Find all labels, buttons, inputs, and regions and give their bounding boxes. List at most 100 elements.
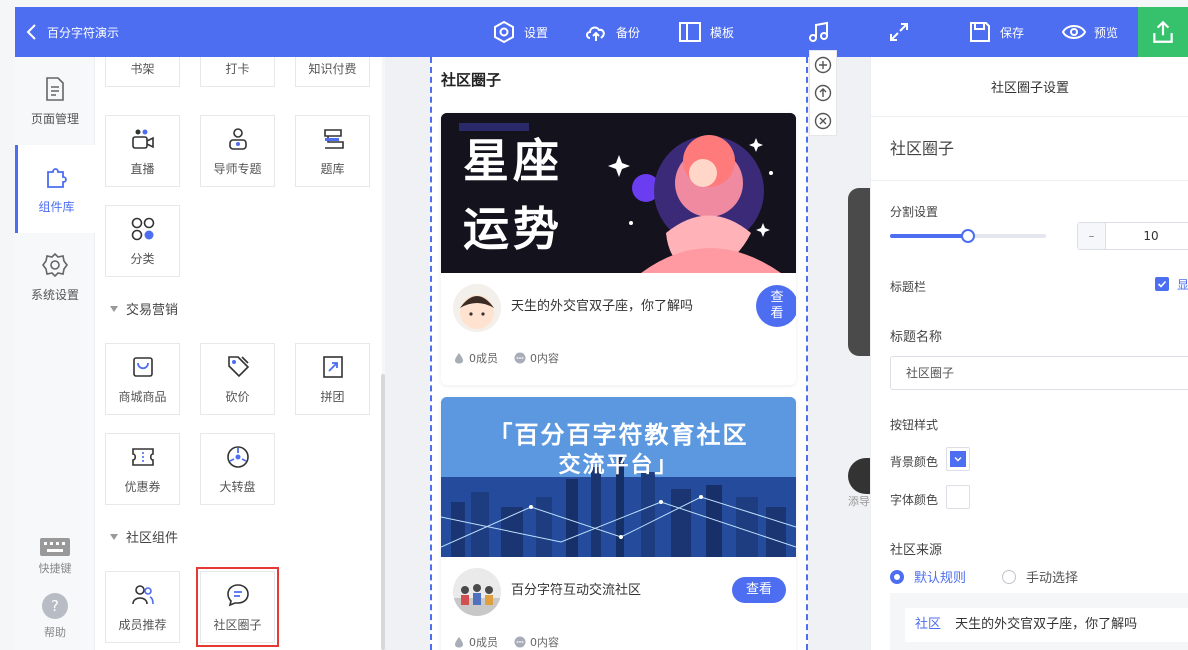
category-grid-icon (131, 217, 154, 240)
fullscreen-button[interactable] (887, 19, 911, 45)
banner-subtitle: 交流平台」 (558, 453, 679, 478)
question-circle-icon: ? (42, 593, 68, 619)
component-community-circle[interactable]: 社区圈子 (196, 567, 279, 647)
chat-dots-icon (514, 352, 526, 364)
wheel-icon (226, 445, 249, 468)
title-bar-checkbox[interactable] (1155, 277, 1169, 291)
move-up-icon[interactable] (814, 84, 832, 102)
component-category[interactable]: 分类 (105, 205, 180, 277)
settings-header: 社区圈子设置 (871, 57, 1188, 117)
minus-button[interactable]: – (1078, 223, 1106, 249)
add-circle-icon[interactable] (814, 56, 832, 74)
title-name-input[interactable]: 社区圈子 (890, 356, 1188, 390)
radio-dot (890, 569, 904, 584)
hexagon-settings-icon (494, 20, 514, 44)
collapse-triangle-icon (110, 533, 118, 540)
community-card[interactable]: 「百分百字符教育社区 交流平台」 百分字符互动交流社区 查看 0成员 0内容 (441, 397, 796, 650)
delete-circle-icon[interactable] (814, 112, 832, 130)
eye-icon (1062, 25, 1086, 39)
chat-bubble-icon (226, 583, 249, 606)
question-bank-icon (323, 128, 344, 149)
component-checkin[interactable]: 打卡 (200, 57, 275, 87)
document-icon (46, 76, 64, 101)
bg-color-label: 背景颜色 (890, 455, 939, 469)
component-member-recommend[interactable]: 成员推荐 (105, 571, 180, 643)
banner-title: 「百分百字符教育社区 (488, 421, 749, 449)
bg-color-swatch (950, 451, 966, 467)
source-default-radio[interactable]: 默认规则 (890, 567, 966, 586)
component-coupon[interactable]: 优惠券 (105, 433, 180, 505)
slider-handle[interactable] (961, 229, 975, 243)
nav-system-settings[interactable]: 系统设置 (15, 233, 95, 321)
slider-fill (890, 234, 968, 238)
save-button[interactable]: 保存 (968, 19, 1024, 45)
gear-icon (42, 252, 68, 277)
component-bargain[interactable]: 砍价 (200, 343, 275, 415)
divider-value[interactable]: 10 (1106, 223, 1188, 249)
settings-subtitle: 社区圈子 (871, 117, 1188, 181)
chat-dots-icon (514, 636, 526, 648)
card-body: 百分字符互动交流社区 查看 0成员 0内容 (441, 557, 796, 650)
add-guide-icon (848, 458, 870, 494)
members-stat: 0成员 (453, 634, 498, 650)
nav-page-manage[interactable]: 页面管理 (15, 57, 95, 145)
help-button[interactable]: ? 帮助 (15, 592, 95, 640)
expand-icon (890, 23, 908, 41)
component-mentor-topic[interactable]: 导师专题 (200, 115, 275, 187)
shortcuts-button[interactable]: 快捷键 (15, 538, 95, 576)
font-color-swatch (950, 489, 966, 505)
component-question-bank[interactable]: 题库 (295, 115, 370, 187)
add-guide-button[interactable]: 添导 (848, 458, 870, 528)
svg-text:?: ? (51, 597, 59, 615)
component-knowledge-pay[interactable]: 知识付费 (295, 57, 370, 87)
save-disk-icon (970, 22, 990, 42)
source-manual-radio[interactable]: 手动选择 (1002, 567, 1078, 586)
cloud-upload-icon (586, 26, 605, 41)
checkmark-icon (1157, 280, 1167, 288)
backup-button[interactable]: 备份 (584, 19, 640, 45)
component-bookshelf[interactable]: 书架 (105, 57, 180, 87)
preview-button[interactable]: 预览 (1062, 19, 1118, 45)
app-title: 百分字符演示 (47, 26, 120, 40)
nav-component-lib[interactable]: 组件库 (15, 145, 95, 233)
drop-person-icon (455, 637, 463, 648)
chevron-down-icon (954, 457, 962, 462)
back-arrow-icon[interactable] (21, 20, 43, 44)
component-group-buy[interactable]: 拼团 (295, 343, 370, 415)
source-tag: 社区 (915, 617, 942, 632)
title-bar-show-text[interactable]: 显 (1177, 276, 1188, 293)
component-mall-goods[interactable]: 商城商品 (105, 343, 180, 415)
view-button[interactable]: 查 看 (756, 285, 796, 327)
members-stat: 0成员 (453, 350, 498, 366)
drop-person-icon (455, 353, 463, 364)
view-button[interactable]: 查看 (732, 577, 786, 603)
component-lucky-wheel[interactable]: 大转盘 (200, 433, 275, 505)
bg-color-picker[interactable] (946, 447, 970, 471)
divider-label: 分割设置 (890, 205, 939, 219)
cartoon-face-avatar (453, 284, 501, 332)
divider-stepper[interactable]: – 10 (1077, 222, 1188, 250)
puzzle-icon (46, 167, 67, 188)
contents-stat: 0内容 (514, 634, 559, 650)
component-live[interactable]: 直播 (105, 115, 180, 187)
card-stats: 0成员 0内容 (453, 634, 559, 650)
group-photo-avatar (453, 568, 501, 616)
font-color-picker[interactable] (946, 485, 970, 509)
source-list-item[interactable]: 社区 天生的外交官双子座，你了解吗 (905, 608, 1188, 642)
button-style-label: 按钮样式 (890, 418, 939, 432)
radio-dot (1002, 569, 1016, 584)
template-button[interactable]: 模板 (678, 19, 734, 45)
publish-button[interactable] (1138, 7, 1188, 57)
title-name-label: 标题名称 (890, 330, 943, 345)
divider-slider[interactable] (890, 229, 1046, 243)
settings-button[interactable]: 设置 (492, 19, 548, 45)
left-nav: 页面管理 组件库 系统设置 快捷键 ? 帮助 (15, 57, 95, 650)
community-card[interactable]: 星座 运势 天生的外交官双子座，你了解吗 查 看 0成员 0内容 (441, 113, 796, 385)
music-note-icon (809, 21, 828, 42)
floating-tool-strip[interactable] (848, 188, 870, 356)
section-trade-marketing[interactable]: 交易营销 (110, 299, 178, 318)
top-toolbar: 百分字符演示 设置 备份 模板 保存 预览 (15, 7, 1188, 57)
section-community[interactable]: 社区组件 (110, 527, 178, 546)
music-button[interactable] (807, 19, 831, 45)
avatar (453, 568, 501, 616)
